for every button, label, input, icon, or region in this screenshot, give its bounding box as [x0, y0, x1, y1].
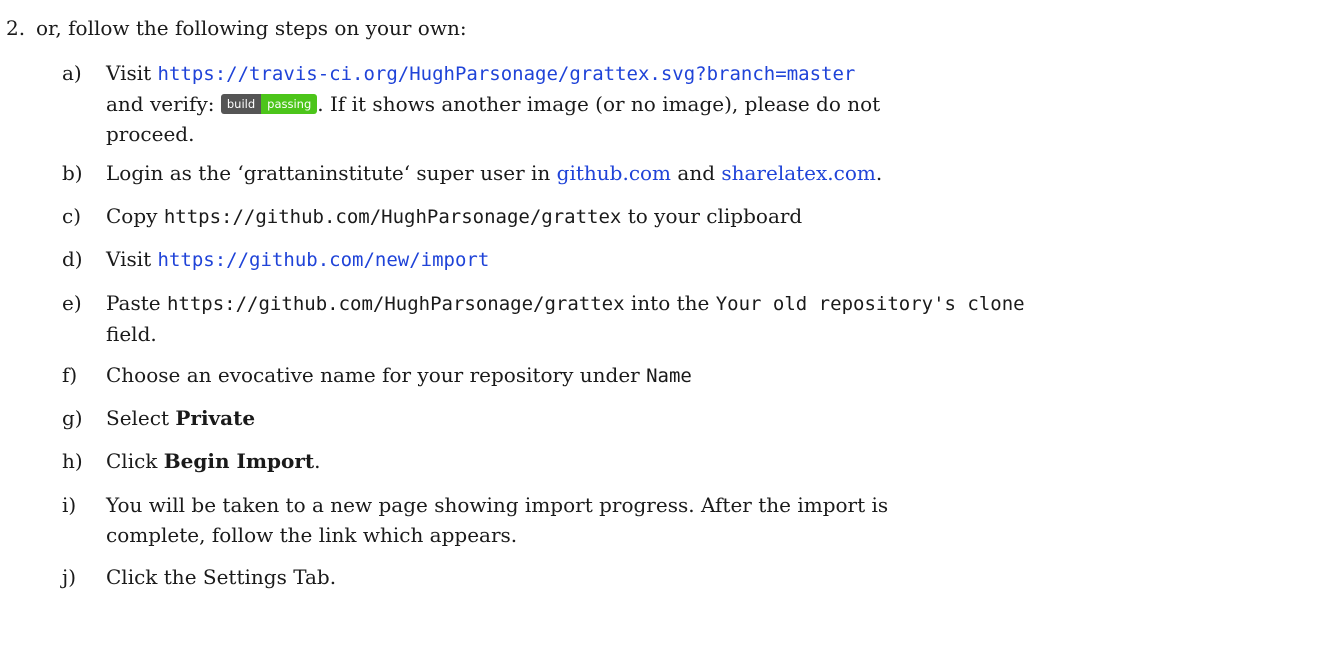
step-label: i)	[62, 493, 77, 517]
step-a-verify-prefix: and verify:	[106, 92, 215, 116]
github-import-link[interactable]: https://github.com/new/import	[158, 249, 490, 271]
document-page: 2. or, follow the following steps on your…	[0, 0, 1318, 646]
begin-import-text: Begin Import	[163, 449, 315, 473]
step-e-mid: into the	[630, 291, 710, 315]
travis-ci-link[interactable]: https://travis-ci.org/HughParsonage/grat…	[158, 63, 856, 85]
step-j-text: Click the Settings Tab.	[106, 565, 337, 589]
step-label: c)	[62, 204, 82, 228]
badge-left-label: build	[220, 94, 262, 114]
step-g-prefix: Select	[106, 406, 170, 430]
step-label: j)	[62, 565, 77, 589]
step-i-line2: complete, follow the link which appears.	[106, 523, 518, 547]
step-label: a)	[62, 61, 82, 85]
step-label: b)	[62, 161, 83, 185]
step-a-visit: Visit	[106, 61, 152, 85]
step-a-line3: proceed.	[106, 122, 195, 146]
step-label: h)	[62, 449, 83, 473]
step-h-prefix: Click	[106, 449, 158, 473]
list-item-2: 2. or, follow the following steps on your…	[6, 14, 467, 42]
step-b-prefix: Login as the ‘grattaninstitute‘ super us…	[106, 161, 551, 185]
step-label: g)	[62, 406, 83, 430]
step-b-mid: and	[677, 161, 715, 185]
item-number: 2.	[6, 16, 26, 40]
repo-url-code: https://github.com/HughParsonage/grattex	[166, 293, 625, 315]
step-i-line1: You will be taken to a new page showing …	[106, 493, 889, 517]
sharelatex-link[interactable]: sharelatex.com	[721, 161, 876, 185]
step-a-verify-suffix: . If it shows another image (or no image…	[317, 92, 881, 116]
step-label: f)	[62, 363, 78, 387]
github-link[interactable]: github.com	[557, 161, 671, 185]
repo-url-code: https://github.com/HughParsonage/grattex	[163, 206, 622, 228]
step-f-prefix: Choose an evocative name for your reposi…	[106, 363, 640, 387]
step-label: d)	[62, 247, 83, 271]
step-c-prefix: Copy	[106, 204, 158, 228]
item-text: or, follow the following steps on your o…	[36, 16, 467, 40]
step-d-prefix: Visit	[106, 247, 152, 271]
step-e-line2: field.	[106, 322, 157, 346]
private-option-text: Private	[175, 406, 256, 430]
build-status-badge: build passing	[220, 94, 318, 114]
badge-right-label: passing	[261, 94, 318, 114]
step-label: e)	[62, 291, 82, 315]
step-e-prefix: Paste	[106, 291, 161, 315]
name-field-code: Name	[646, 365, 692, 387]
clone-field-code: Your old repository's clone	[715, 293, 1025, 315]
step-b-suffix: .	[875, 161, 883, 185]
step-h-suffix: .	[314, 449, 321, 473]
step-c-suffix: to your clipboard	[627, 204, 803, 228]
